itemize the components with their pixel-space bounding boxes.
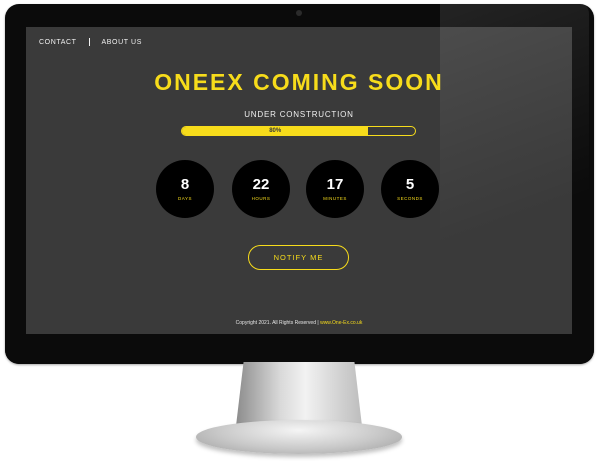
- screen: CONTACT ABOUT US ONEEX COMING SOON UNDER…: [26, 27, 572, 334]
- nav-about-link[interactable]: ABOUT US: [102, 39, 142, 46]
- top-nav: CONTACT ABOUT US: [39, 38, 142, 46]
- countdown-days-label: DAYS: [178, 196, 192, 201]
- countdown-days-value: 8: [180, 176, 190, 193]
- construction-progress-bar: 80%: [181, 126, 416, 136]
- countdown-days: 8 DAYS: [156, 160, 214, 218]
- countdown-hours-value: 22: [252, 176, 270, 193]
- monitor-chin: [5, 334, 594, 364]
- countdown-hours-label: HOURS: [251, 196, 271, 201]
- monitor-stand-base: [196, 420, 402, 454]
- footer-copyright: Copyright 2021. All Rights Reserved: [235, 320, 316, 326]
- nav-contact-link[interactable]: CONTACT: [39, 39, 77, 46]
- page-title: ONEEX COMING SOON: [154, 69, 444, 95]
- webcam-dot: [296, 10, 302, 16]
- countdown-minutes: 17 MINUTES: [306, 160, 364, 218]
- page-subtitle: UNDER CONSTRUCTION: [244, 110, 354, 119]
- footer-website-link[interactable]: www.One-Ex.co.uk: [320, 320, 362, 326]
- footer: Copyright 2021. All Rights Reserved | ww…: [26, 320, 572, 326]
- countdown-minutes-value: 17: [326, 176, 344, 193]
- countdown-minutes-label: MINUTES: [323, 196, 347, 201]
- notify-me-button[interactable]: NOTIFY ME: [248, 245, 349, 270]
- countdown: 8 DAYS 22 HOURS 17 MINUTES 5 SECONDS: [156, 160, 442, 218]
- progress-label: 80%: [269, 128, 282, 134]
- countdown-seconds-label: SECONDS: [397, 196, 423, 201]
- countdown-seconds-value: 5: [405, 176, 415, 193]
- nav-separator: [88, 38, 90, 46]
- countdown-seconds: 5 SECONDS: [381, 160, 439, 218]
- footer-separator: |: [317, 320, 319, 326]
- monitor-stand-neck: [236, 362, 362, 426]
- countdown-hours: 22 HOURS: [232, 160, 290, 218]
